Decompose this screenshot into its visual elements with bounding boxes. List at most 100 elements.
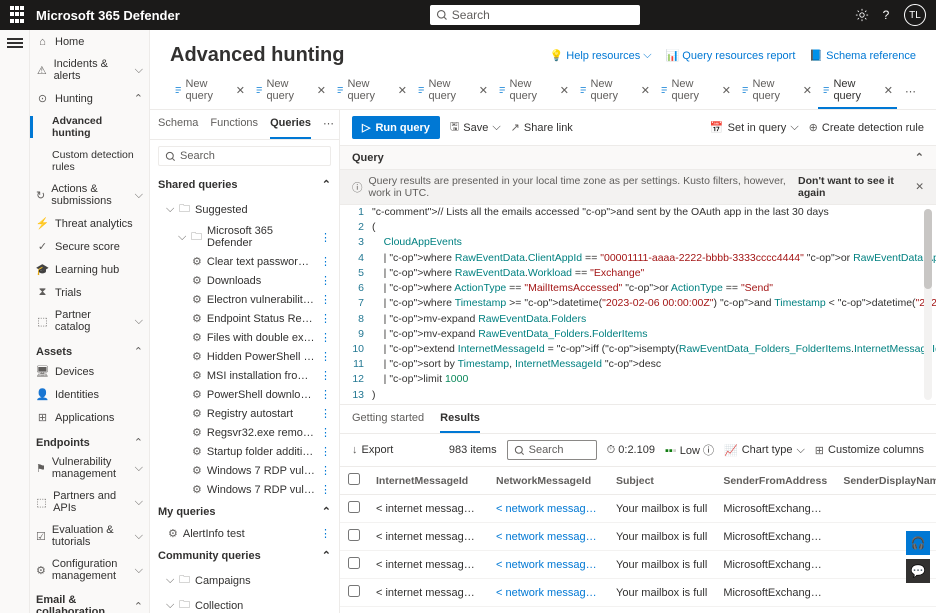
query-tab[interactable]: New query✕ [656,73,735,109]
network-message-link[interactable]: < network message ID > [488,495,608,523]
nav-threat-analytics[interactable]: ⚡Threat analytics [30,212,149,235]
feedback-button[interactable]: 💬 [906,559,930,583]
save-button[interactable]: 🖫Save ⌵ [450,118,501,137]
nav-applications[interactable]: ⊞Applications [30,406,149,429]
customize-columns-button[interactable]: ⊞Customize columns [815,444,924,457]
nav-partner-catalog[interactable]: ⬚Partner catalog⌵ [30,304,149,338]
more-tabs-icon[interactable]: ⋯ [905,85,916,98]
query-item[interactable]: ⚙Windows 7 RDP vulnerability (mit...⋮ [150,461,339,480]
export-button[interactable]: ↓Export [352,444,393,456]
tab-queries[interactable]: Queries [270,110,311,139]
table-row[interactable]: < internet message ID > < network messag… [340,495,936,523]
run-query-button[interactable]: ▷Run query [352,116,440,139]
query-item[interactable]: ⚙Downloads⋮ [150,271,339,290]
help-resources-link[interactable]: 💡Help resources ⌵ [550,49,652,62]
more-icon[interactable]: ⋮ [320,293,331,306]
schema-reference-link[interactable]: 📘Schema reference [809,49,916,62]
more-icon[interactable]: ⋮ [320,274,331,287]
global-search[interactable]: Search [430,5,640,25]
query-item[interactable]: ⚙MSI installation from the web⋮ [150,366,339,385]
nav-endpoints-heading[interactable]: Endpoints⌃ [30,429,149,451]
query-alertinfo-test[interactable]: ⚙AlertInfo test⋮ [150,524,339,543]
tab-functions[interactable]: Functions [210,110,258,139]
tab-schema[interactable]: Schema [158,110,198,139]
query-tab[interactable]: New query✕ [413,73,492,109]
nav-advanced-hunting[interactable]: Advanced hunting [30,110,149,144]
scrollbar-thumb[interactable] [924,209,932,289]
query-item[interactable]: ⚙Endpoint Status Report⋮ [150,309,339,328]
more-icon[interactable]: ⋮ [320,388,331,401]
folder-m365-defender[interactable]: ⌵🗀Microsoft 365 Defender⋮ [150,222,339,252]
network-message-link[interactable]: < network message ID > [488,607,608,613]
shared-queries-header[interactable]: Shared queries⌃ [150,172,339,197]
results-search[interactable]: Search [507,440,597,460]
nav-email-collab-heading[interactable]: Email & collaboration⌃ [30,587,149,613]
my-queries-header[interactable]: My queries⌃ [150,499,339,524]
help-icon[interactable]: ? [874,3,898,27]
nav-custom-detection-rules[interactable]: Custom detection rules [30,144,149,178]
tab-results[interactable]: Results [440,405,480,433]
headset-button[interactable]: 🎧 [906,531,930,555]
set-in-query-button[interactable]: 📅Set in query ⌵ [710,121,799,134]
more-icon[interactable]: ⋮ [320,350,331,363]
create-detection-rule-button[interactable]: ⊕Create detection rule [809,121,924,134]
nav-config-mgmt[interactable]: ⚙Configuration management⌵ [30,553,149,587]
more-icon[interactable]: ⋮ [320,231,331,244]
table-row[interactable]: < internet message ID > < network messag… [340,579,936,607]
more-icon[interactable]: ⋮ [320,464,331,477]
nav-eval-tutorials[interactable]: ☑Evaluation & tutorials⌵ [30,519,149,553]
nav-home[interactable]: ⌂Home [30,30,149,53]
nav-vulnerability-management[interactable]: ⚑Vulnerability management⌵ [30,451,149,485]
row-checkbox[interactable] [348,557,360,569]
tab-getting-started[interactable]: Getting started [352,405,424,433]
query-item[interactable]: ⚙Startup folder additions⋮ [150,442,339,461]
close-icon[interactable]: ✕ [641,84,650,97]
browser-search[interactable]: Search [158,146,331,166]
more-icon[interactable]: ⋮ [320,331,331,344]
query-tab[interactable]: New query✕ [818,73,897,109]
close-icon[interactable]: ✕ [479,84,488,97]
settings-icon[interactable] [850,3,874,27]
more-icon[interactable]: ⋯ [323,110,334,139]
close-icon[interactable]: ✕ [560,84,569,97]
dismiss-info-link[interactable]: Don't want to see it again [798,175,907,199]
community-queries-header[interactable]: Community queries⌃ [150,543,339,568]
row-checkbox[interactable] [348,529,360,541]
table-row[interactable]: < internet message ID > < network messag… [340,523,936,551]
nav-partners-apis[interactable]: ⬚Partners and APIs⌵ [30,485,149,519]
close-icon[interactable]: ✕ [317,84,326,97]
close-icon[interactable]: ✕ [398,84,407,97]
more-icon[interactable]: ⋮ [320,407,331,420]
query-tab[interactable]: New query✕ [332,73,411,109]
close-icon[interactable]: ✕ [915,181,924,193]
query-panel-header[interactable]: Query⌃ [340,146,936,170]
code-editor[interactable]: 123456789101112131415161718192021 "c-com… [340,205,936,405]
network-message-link[interactable]: < network message ID > [488,551,608,579]
hamburger-icon[interactable] [7,38,23,48]
query-item[interactable]: ⚙Windows 7 RDP vulnerability (un...⋮ [150,480,339,499]
column-header[interactable]: SenderDisplayName [835,467,936,495]
close-icon[interactable]: ✕ [236,84,245,97]
query-resources-link[interactable]: 📊Query resources report [666,49,796,62]
close-icon[interactable]: ✕ [803,84,812,97]
column-header[interactable]: NetworkMessageId [488,467,608,495]
more-icon[interactable]: ⋮ [320,527,331,540]
query-item[interactable]: ⚙PowerShell downloads⋮ [150,385,339,404]
close-icon[interactable]: ✕ [722,84,731,97]
query-item[interactable]: ⚙Electron vulnerability exploitation⋮ [150,290,339,309]
query-tab[interactable]: New query✕ [494,73,573,109]
app-launcher-icon[interactable] [10,6,28,24]
query-item[interactable]: ⚙Hidden PowerShell window⋮ [150,347,339,366]
query-item[interactable]: ⚙Clear text passwords in the registry⋮ [150,252,339,271]
column-header[interactable]: Subject [608,467,715,495]
more-icon[interactable]: ⋮ [320,445,331,458]
network-message-link[interactable]: < network message ID > [488,523,608,551]
select-all-checkbox[interactable] [348,473,360,485]
nav-incidents-alerts[interactable]: ⚠Incidents & alerts⌵ [30,53,149,87]
nav-identities[interactable]: 👤Identities [30,383,149,406]
query-tab[interactable]: New query✕ [737,73,816,109]
nav-hunting[interactable]: ⊙Hunting⌃ [30,87,149,110]
network-message-link[interactable]: < network message ID > [488,579,608,607]
folder-suggested[interactable]: ⌵🗀Suggested [150,197,339,222]
more-icon[interactable]: ⋮ [320,255,331,268]
